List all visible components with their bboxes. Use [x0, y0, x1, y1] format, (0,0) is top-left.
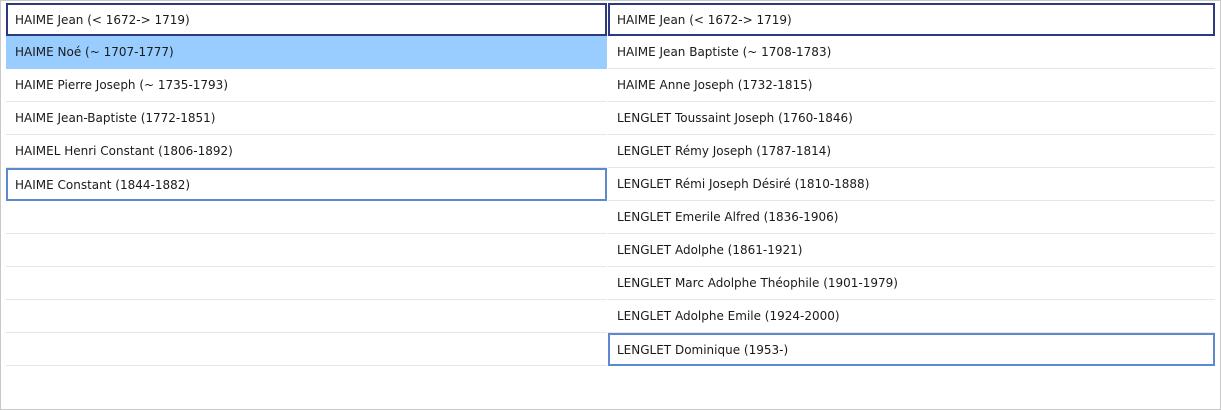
person-row[interactable]: HAIMEL Henri Constant (1806-1892)	[6, 135, 607, 168]
person-row[interactable]: LENGLET Rémy Joseph (1787-1814)	[608, 135, 1215, 168]
person-row[interactable]: LENGLET Rémi Joseph Désiré (1810-1888)	[608, 168, 1215, 201]
person-label: LENGLET Marc Adolphe Théophile (1901-197…	[617, 276, 898, 290]
person-row[interactable]: LENGLET Adolphe (1861-1921)	[608, 234, 1215, 267]
person-row[interactable]: HAIME Constant (1844-1882)	[6, 168, 607, 201]
person-label: LENGLET Emerile Alfred (1836-1906)	[617, 210, 839, 224]
person-label: HAIME Anne Joseph (1732-1815)	[617, 78, 813, 92]
right-lineage-list: HAIME Jean (< 1672-> 1719) HAIME Jean Bap…	[608, 3, 1215, 366]
person-label: HAIME Pierre Joseph (~ 1735-1793)	[15, 78, 228, 92]
person-label: LENGLET Dominique (1953-)	[617, 342, 789, 357]
person-row[interactable]: HAIME Jean-Baptiste (1772-1851)	[6, 102, 607, 135]
person-label: LENGLET Rémi Joseph Désiré (1810-1888)	[617, 177, 870, 191]
person-label: HAIME Jean (< 1672-> 1719)	[15, 12, 190, 27]
person-row[interactable]: HAIME Jean (< 1672-> 1719)	[6, 3, 607, 36]
person-label: LENGLET Adolphe Emile (1924-2000)	[617, 309, 840, 323]
person-row[interactable]: HAIME Pierre Joseph (~ 1735-1793)	[6, 69, 607, 102]
empty-row	[6, 333, 607, 366]
person-label: HAIME Jean Baptiste (~ 1708-1783)	[617, 45, 832, 59]
person-label: HAIMEL Henri Constant (1806-1892)	[15, 144, 233, 158]
person-row[interactable]: LENGLET Marc Adolphe Théophile (1901-197…	[608, 267, 1215, 300]
person-row[interactable]: HAIME Jean Baptiste (~ 1708-1783)	[608, 36, 1215, 69]
relationship-panel: HAIME Jean (< 1672-> 1719) HAIME Noé (~ 1…	[0, 0, 1221, 410]
person-label: HAIME Jean (< 1672-> 1719)	[617, 12, 792, 27]
person-row[interactable]: HAIME Noé (~ 1707-1777)	[6, 36, 607, 69]
person-row[interactable]: LENGLET Dominique (1953-)	[608, 333, 1215, 366]
person-row[interactable]: HAIME Jean (< 1672-> 1719)	[608, 3, 1215, 36]
empty-row	[6, 201, 607, 234]
person-label: HAIME Constant (1844-1882)	[15, 177, 191, 192]
person-label: LENGLET Toussaint Joseph (1760-1846)	[617, 111, 853, 125]
person-label: HAIME Jean-Baptiste (1772-1851)	[15, 111, 216, 125]
person-row[interactable]: LENGLET Adolphe Emile (1924-2000)	[608, 300, 1215, 333]
person-label: HAIME Noé (~ 1707-1777)	[15, 45, 174, 59]
person-row[interactable]: LENGLET Toussaint Joseph (1760-1846)	[608, 102, 1215, 135]
person-label: LENGLET Adolphe (1861-1921)	[617, 243, 803, 257]
person-row[interactable]: LENGLET Emerile Alfred (1836-1906)	[608, 201, 1215, 234]
empty-row	[6, 300, 607, 333]
empty-row	[6, 234, 607, 267]
empty-row	[6, 267, 607, 300]
person-row[interactable]: HAIME Anne Joseph (1732-1815)	[608, 69, 1215, 102]
left-lineage-list: HAIME Jean (< 1672-> 1719) HAIME Noé (~ 1…	[6, 3, 607, 366]
person-label: LENGLET Rémy Joseph (1787-1814)	[617, 144, 832, 158]
